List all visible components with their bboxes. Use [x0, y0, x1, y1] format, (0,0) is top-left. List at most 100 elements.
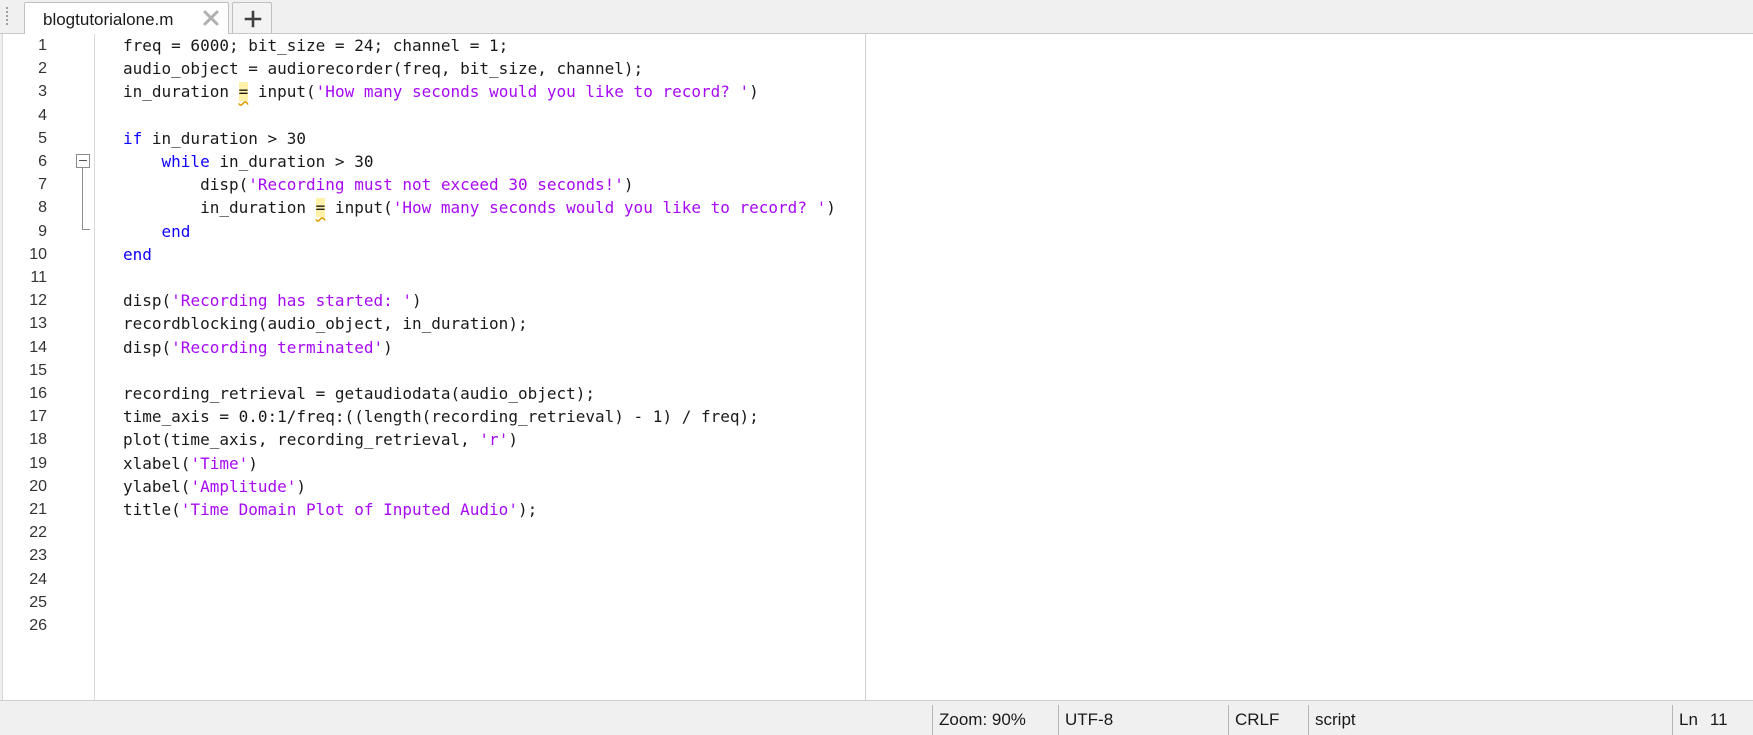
code-token: ) [749, 82, 759, 102]
code-line[interactable]: freq = 6000; bit_size = 24; channel = 1; [123, 34, 508, 57]
fold-range-line [82, 168, 83, 230]
plus-icon [244, 10, 262, 28]
keyword-token: while [161, 152, 210, 171]
line-number: 15 [29, 361, 47, 379]
code-token: recordblocking(audio_object, in_duration… [123, 314, 528, 334]
code-token: disp( [123, 175, 249, 195]
code-token: plot(time_axis, recording_retrieval, [123, 430, 480, 450]
code-line[interactable]: plot(time_axis, recording_retrieval, 'r'… [123, 428, 518, 451]
line-number: 11 [30, 269, 47, 286]
line-number: 26 [29, 617, 47, 634]
code-token: input( [248, 82, 316, 102]
code-line[interactable]: audio_object = audiorecorder(freq, bit_s… [123, 57, 643, 80]
string-token: 'How many seconds would you like to reco… [315, 82, 750, 102]
drag-grip-icon[interactable] [5, 6, 9, 26]
string-token: 'Recording must not exceed 30 seconds!' [248, 175, 624, 195]
line-number: 19 [29, 454, 47, 472]
string-token: 'r' [479, 430, 509, 450]
string-token: 'Amplitude' [190, 476, 297, 496]
fold-toggle-icon[interactable] [76, 154, 90, 168]
line-number: 6 [38, 153, 47, 170]
code-token: ylabel( [123, 476, 191, 496]
code-line[interactable]: disp('Recording has started: ') [123, 289, 422, 312]
code-line[interactable]: if in_duration > 30 [123, 127, 306, 150]
code-line[interactable]: disp('Recording must not exceed 30 secon… [123, 173, 634, 196]
file-type-indicator: script [1308, 705, 1672, 735]
code-line[interactable]: while in_duration > 30 [123, 150, 374, 173]
fold-range-end [82, 229, 90, 230]
line-number: 24 [29, 570, 47, 588]
code-line[interactable]: disp('Recording terminated') [123, 336, 393, 359]
line-number: 20 [29, 477, 47, 495]
status-bar: Zoom: 90% UTF-8 CRLF script Ln 11 [0, 700, 1753, 735]
line-number: 12 [29, 292, 47, 310]
line-number: 3 [38, 83, 47, 101]
warning-token: = [315, 198, 326, 218]
string-token: 'Time Domain Plot of Inputed Audio' [180, 500, 518, 519]
line-number: 5 [38, 129, 47, 147]
line-number: 13 [29, 315, 47, 333]
code-token: ); [517, 500, 538, 519]
new-tab-button[interactable] [232, 2, 272, 33]
code-line[interactable]: recording_retrieval = getaudiodata(audio… [123, 382, 595, 405]
code-token: xlabel( [123, 453, 191, 473]
line-ending-indicator[interactable]: CRLF [1228, 705, 1308, 735]
code-line[interactable]: ylabel('Amplitude') [123, 475, 306, 498]
code-line[interactable]: end [123, 243, 152, 266]
line-number: 17 [29, 408, 47, 426]
code-token: ) [826, 198, 836, 218]
line-number: 8 [38, 199, 47, 217]
line-number: 7 [38, 176, 47, 194]
code-token: freq = 6000; bit_size = 24; channel = 1; [123, 36, 509, 55]
tab-bar: blogtutorialone.m [0, 0, 1753, 35]
keyword-token: if [123, 128, 143, 148]
code-token: ) [383, 337, 393, 357]
code-line[interactable]: in_duration = input('How many seconds wo… [123, 80, 759, 103]
code-area[interactable]: freq = 6000; bit_size = 24; channel = 1;… [123, 34, 863, 700]
right-margin-line [865, 34, 866, 700]
line-number: 16 [29, 385, 47, 402]
encoding-indicator[interactable]: UTF-8 [1058, 705, 1228, 735]
line-number: 14 [29, 338, 47, 356]
code-token: ) [296, 476, 307, 496]
line-value: 11 [1709, 710, 1728, 729]
code-token: input( [325, 198, 393, 218]
code-token: ) [248, 453, 258, 473]
code-token: time_axis = 0.0:1/freq:((length(recordin… [123, 407, 759, 427]
line-number: 9 [38, 222, 47, 240]
keyword-token: end [161, 221, 191, 241]
line-number: 2 [38, 60, 47, 78]
code-line[interactable]: end [123, 220, 191, 243]
code-token: in_duration > 30 [209, 152, 374, 171]
line-number: 1 [38, 37, 47, 54]
code-token: ) [623, 175, 634, 195]
line-number: 22 [29, 524, 47, 542]
string-token: 'Recording terminated' [171, 337, 384, 357]
code-token: in_duration [123, 198, 316, 218]
code-line[interactable]: time_axis = 0.0:1/freq:((length(recordin… [123, 405, 759, 428]
code-editor[interactable]: 1 2 3 4 5 6 7 8 9 10 11 12 13 14 15 16 17 18 19 20 21 22 23 24 2… [2, 34, 1753, 700]
line-number-gutter: 1 2 3 4 5 6 7 8 9 10 11 12 13 14 15 16 17 18 19 20 21 22 23 24 2… [3, 34, 95, 700]
code-line[interactable]: title('Time Domain Plot of Inputed Audio… [123, 498, 537, 521]
code-token: in_duration > 30 [142, 128, 307, 148]
tab-blogtutorialone[interactable]: blogtutorialone.m [24, 2, 229, 35]
code-line[interactable]: recordblocking(audio_object, in_duration… [123, 312, 528, 335]
line-number: 18 [29, 431, 47, 449]
line-number: 23 [29, 547, 47, 565]
close-icon[interactable] [200, 7, 222, 29]
code-line[interactable]: xlabel('Time') [123, 452, 258, 475]
line-label: Ln [1679, 710, 1698, 729]
code-line[interactable]: in_duration = input('How many seconds wo… [123, 196, 836, 219]
tab-label: blogtutorialone.m [43, 10, 174, 29]
code-token: ) [508, 430, 518, 450]
code-token: recording_retrieval = getaudiodata(audio… [123, 384, 596, 403]
line-number: 25 [29, 593, 47, 611]
code-token: ) [412, 291, 422, 311]
string-token: 'Time' [190, 453, 249, 473]
keyword-token: end [123, 244, 152, 264]
zoom-indicator[interactable]: Zoom: 90% [932, 705, 1058, 735]
warning-token: = [238, 82, 249, 102]
string-token: 'How many seconds would you like to reco… [392, 198, 827, 218]
